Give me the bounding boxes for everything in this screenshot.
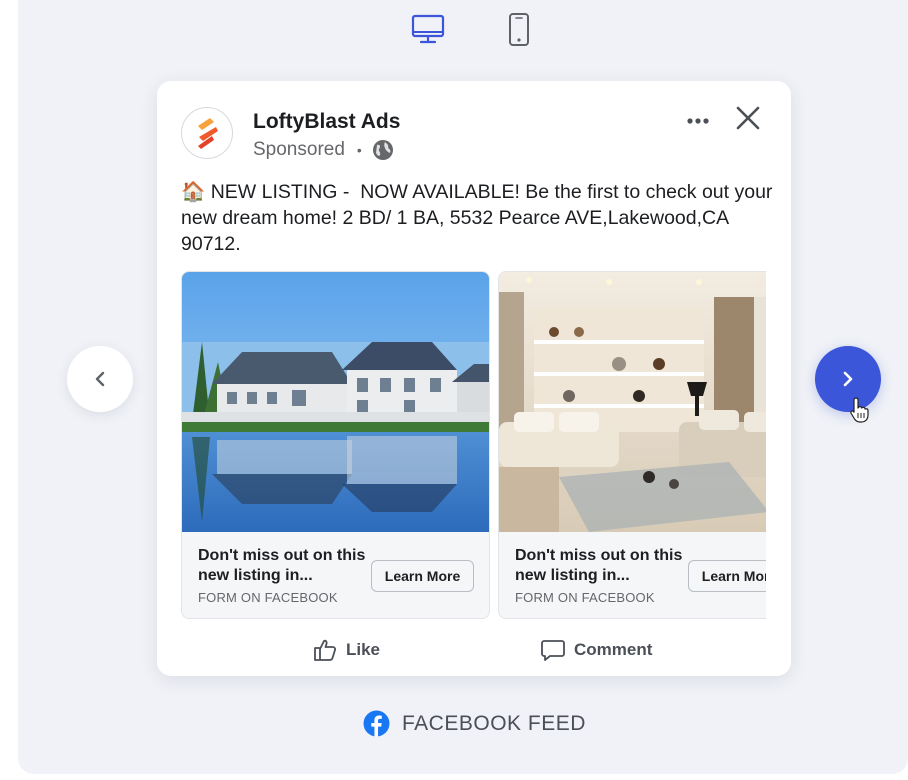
learn-more-button[interactable]: Learn More [371, 560, 474, 592]
carousel-headline: Don't miss out on this new listing in... [515, 547, 683, 584]
more-horizontal-icon [687, 118, 709, 124]
carousel-source: FORM ON FACEBOOK [515, 590, 655, 605]
carousel-card[interactable]: Don't miss out on this new listing in...… [498, 271, 766, 619]
carousel-headline: Don't miss out on this new listing in... [198, 547, 366, 584]
previous-slide-button[interactable] [67, 346, 133, 412]
facebook-logo-icon [363, 710, 390, 737]
mobile-preview-button[interactable] [504, 10, 534, 48]
ad-carousel[interactable]: Don't miss out on this new listing in...… [181, 271, 766, 619]
placement-label: FACEBOOK FEED [363, 710, 586, 737]
desktop-monitor-icon [411, 14, 445, 44]
globe-icon [372, 140, 393, 160]
placement-name: FACEBOOK FEED [402, 711, 586, 735]
desktop-preview-button[interactable] [408, 10, 448, 46]
chevron-left-icon [95, 371, 105, 387]
chevron-right-icon [843, 371, 853, 387]
close-icon [736, 106, 760, 130]
close-button[interactable] [735, 105, 761, 131]
sponsored-label: Sponsored [253, 139, 345, 160]
comment-bubble-icon [541, 640, 565, 661]
like-button[interactable]: Like [312, 633, 380, 667]
page-name[interactable]: LoftyBlast Ads [253, 110, 400, 134]
more-options-button[interactable] [684, 109, 714, 133]
page-avatar[interactable] [181, 107, 233, 159]
post-actions: Like Comment [157, 633, 791, 667]
mobile-phone-icon [509, 13, 529, 46]
post-text: 🏠 NEW LISTING - NOW AVAILABLE! Be the fi… [181, 181, 778, 255]
house-exterior-photo[interactable] [182, 272, 490, 532]
sponsored-row: Sponsored • [253, 139, 394, 161]
separator-dot: • [356, 142, 362, 158]
loftyblast-logo-icon [198, 118, 218, 149]
carousel-source: FORM ON FACEBOOK [198, 590, 338, 605]
hand-pointer-icon [850, 397, 869, 423]
thumbs-up-icon [314, 639, 337, 661]
comment-button[interactable]: Comment [540, 633, 652, 667]
facebook-ad-preview-card: LoftyBlast Ads Sponsored • 🏠 NEW LISTING… [157, 81, 791, 676]
like-label: Like [346, 640, 381, 659]
living-room-interior-photo[interactable] [499, 272, 766, 532]
learn-more-button[interactable]: Learn More [688, 560, 766, 592]
carousel-card[interactable]: Don't miss out on this new listing in...… [181, 271, 490, 619]
comment-label: Comment [574, 640, 653, 659]
